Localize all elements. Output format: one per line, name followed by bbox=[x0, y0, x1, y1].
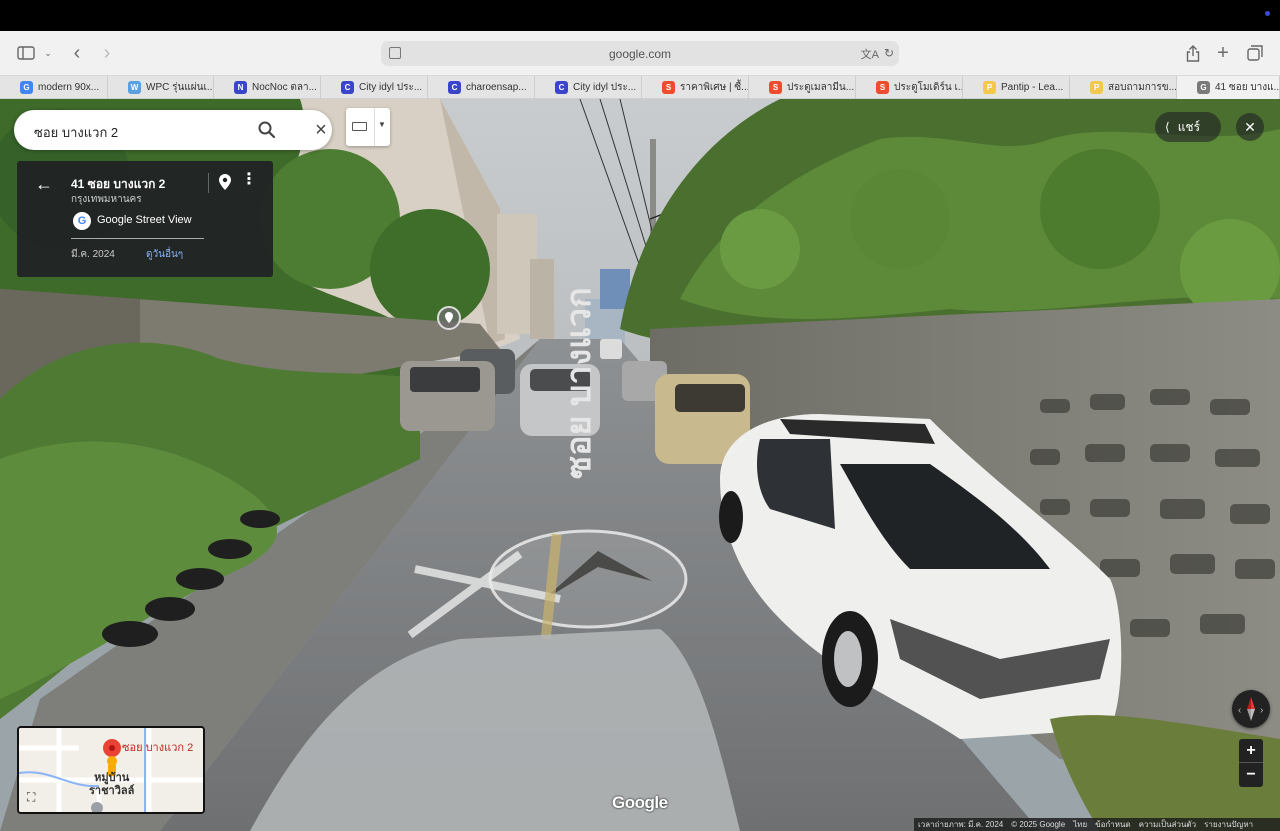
mini-map-pin-label: ซอย บางแวก 2 bbox=[122, 742, 194, 754]
new-tab-icon[interactable]: + bbox=[1214, 41, 1232, 65]
tab-label: City idyl ประ... bbox=[359, 82, 423, 93]
divider bbox=[71, 238, 204, 239]
browser-toolbar: ⌄ ‹ › google.com 文A ↻ + bbox=[0, 31, 1280, 76]
tab-favicon-icon: S bbox=[769, 81, 782, 94]
zoom-out-button[interactable]: − bbox=[1239, 762, 1263, 786]
google-logo-icon: G bbox=[73, 212, 91, 230]
see-other-dates-link[interactable]: ดูวันอื่นๆ bbox=[146, 247, 183, 262]
page-icon bbox=[389, 47, 401, 59]
image-source: Google Street View bbox=[97, 214, 192, 226]
image-date-text: เวลาถ่ายภาพ: มี.ค. 2024 bbox=[918, 820, 1004, 829]
svg-text:›: › bbox=[1260, 705, 1263, 716]
divider bbox=[374, 108, 375, 146]
search-input[interactable]: ซอย บางแวก 2 bbox=[34, 122, 118, 143]
tab-favicon-icon: C bbox=[448, 81, 461, 94]
tab-label: NocNoc ตลา... bbox=[252, 82, 317, 93]
tab-12[interactable]: G 41 ซอย บางแ... bbox=[1177, 76, 1280, 99]
reload-icon[interactable]: ↻ bbox=[884, 46, 894, 60]
back-icon[interactable]: ‹ bbox=[68, 41, 86, 65]
tab-7[interactable]: S ราคาพิเศษ | ซื้... bbox=[642, 76, 749, 99]
tab-4[interactable]: C City idyl ประ... bbox=[321, 76, 428, 99]
dropdown-arrow-icon[interactable]: ▼ bbox=[378, 120, 386, 129]
tab-label: 41 ซอย บางแ... bbox=[1215, 82, 1280, 93]
tab-overview-icon[interactable] bbox=[1246, 41, 1264, 65]
expand-map-icon[interactable]: ⛶ bbox=[27, 790, 43, 806]
tab-label: ประตูเมลามีน... bbox=[787, 82, 855, 93]
map-pin-icon[interactable] bbox=[219, 174, 231, 190]
address-bar[interactable]: google.com 文A ↻ bbox=[381, 41, 899, 66]
svg-text:‹: ‹ bbox=[1238, 705, 1241, 716]
tab-favicon-icon: C bbox=[555, 81, 568, 94]
input-tools-button[interactable]: ▼ bbox=[346, 108, 390, 146]
tab-label: ประตูโมเดิร์น เ... bbox=[894, 82, 963, 93]
copyright-text: © 2025 Google bbox=[1011, 820, 1066, 829]
tab-favicon-icon: S bbox=[662, 81, 675, 94]
tab-11[interactable]: P สอบถามการข... bbox=[1070, 76, 1177, 99]
divider bbox=[208, 173, 209, 193]
tab-label: WPC รุ่นแผ่นเ... bbox=[146, 82, 214, 93]
mini-map-place-label: หมู่บ้าน ราชาวิลล์ bbox=[89, 772, 135, 797]
tab-2[interactable]: W WPC รุ่นแผ่นเ... bbox=[108, 76, 214, 99]
tab-label: City idyl ประ... bbox=[573, 82, 637, 93]
share-label: แชร์ bbox=[1177, 119, 1201, 134]
google-logo: Google bbox=[612, 793, 668, 812]
forward-icon[interactable]: › bbox=[98, 41, 116, 65]
zoom-in-button[interactable]: + bbox=[1239, 739, 1263, 763]
tab-favicon-icon: C bbox=[341, 81, 354, 94]
tab-5[interactable]: Ccharoensap... bbox=[428, 76, 535, 99]
tab-1[interactable]: Gmodern 90x... bbox=[0, 76, 108, 99]
tab-label: modern 90x... bbox=[38, 82, 100, 93]
tab-favicon-icon: P bbox=[1090, 81, 1103, 94]
close-street-view-button[interactable]: ✕ bbox=[1236, 113, 1264, 141]
share-button[interactable]: ⟨ แชร์ bbox=[1155, 112, 1221, 142]
privacy-link[interactable]: ความเป็นส่วนตัว bbox=[1139, 818, 1196, 831]
tab-label: สอบถามการข... bbox=[1108, 82, 1177, 93]
back-arrow-icon[interactable]: ← bbox=[35, 174, 53, 195]
tab-favicon-icon: N bbox=[234, 81, 247, 94]
tab-3[interactable]: N NocNoc ตลา... bbox=[214, 76, 321, 99]
tab-favicon-icon: P bbox=[983, 81, 996, 94]
tab-label: charoensap... bbox=[466, 82, 527, 93]
tab-label: Pantip - Lea... bbox=[1001, 82, 1064, 93]
search-icon[interactable] bbox=[257, 120, 277, 140]
tab-favicon-icon: G bbox=[20, 81, 33, 94]
language-link[interactable]: ไทย bbox=[1073, 818, 1087, 831]
attribution-footer: เวลาถ่ายภาพ: มี.ค. 2024 © 2025 Google ไท… bbox=[914, 818, 1280, 831]
clear-search-icon[interactable]: × bbox=[311, 120, 331, 140]
capture-date: มี.ค. 2024 bbox=[71, 249, 115, 260]
search-box[interactable]: ซอย บางแวก 2 × bbox=[14, 110, 332, 150]
tab-favicon-icon: G bbox=[1197, 81, 1210, 94]
report-problem-link[interactable]: รายงานปัญหา bbox=[1204, 818, 1253, 831]
tab-favicon-icon: W bbox=[128, 81, 141, 94]
status-dot-icon bbox=[1265, 11, 1270, 16]
road-marking-text: ซอย บางแวก bbox=[560, 287, 598, 479]
terms-link[interactable]: ข้อกำหนด bbox=[1095, 818, 1131, 831]
tab-6[interactable]: C City idyl ประ... bbox=[535, 76, 642, 99]
tab-8[interactable]: S ประตูเมลามีน... bbox=[749, 76, 856, 99]
url-text: google.com bbox=[608, 46, 672, 61]
place-marker-icon[interactable] bbox=[437, 306, 461, 330]
tab-bar: Gmodern 90x... W WPC รุ่นแผ่นเ... N NocNoc ต… bbox=[0, 76, 1280, 99]
translate-icon[interactable]: 文A bbox=[861, 46, 879, 62]
share-browser-icon[interactable] bbox=[1184, 41, 1202, 65]
tab-label: ราคาพิเศษ | ซื้... bbox=[680, 82, 749, 93]
keyboard-icon bbox=[352, 122, 367, 131]
mini-map[interactable]: ซอย บางแวก 2 หมู่บ้าน ราชาวิลล์ ⛶ bbox=[17, 726, 205, 814]
zoom-control: + − bbox=[1239, 739, 1263, 787]
more-options-icon[interactable]: ⋮ bbox=[241, 172, 257, 188]
share-icon: ⟨ bbox=[1165, 120, 1170, 134]
location-info-card: ← 41 ซอย บางแวก 2 กรุงเทพมหานคร ⋮ G Goog… bbox=[17, 161, 273, 277]
tab-9[interactable]: S ประตูโมเดิร์น เ... bbox=[856, 76, 963, 99]
chevron-down-icon[interactable]: ⌄ bbox=[42, 41, 54, 65]
sidebar-toggle-icon[interactable] bbox=[16, 41, 36, 65]
location-subtitle: กรุงเทพมหานคร bbox=[71, 194, 142, 205]
tab-favicon-icon: S bbox=[876, 81, 889, 94]
system-menu-bar bbox=[0, 0, 1280, 31]
compass-icon[interactable]: ‹ › bbox=[1232, 690, 1270, 728]
tab-10[interactable]: P Pantip - Lea... bbox=[963, 76, 1070, 99]
